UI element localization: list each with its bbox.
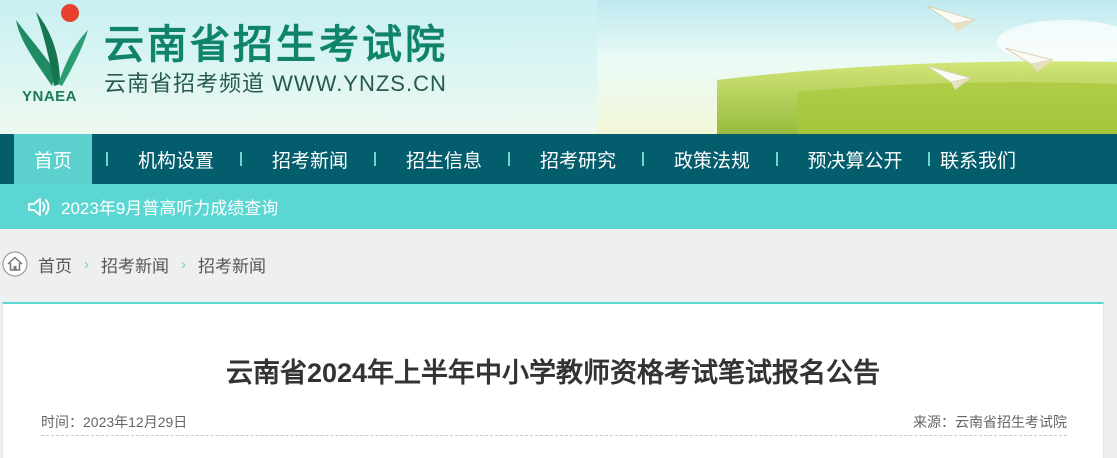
nav-item-budget[interactable]: 预决算公开 (796, 134, 914, 184)
breadcrumb-separator: › (181, 255, 186, 273)
breadcrumb-item-current[interactable]: 招考新闻 (198, 252, 266, 277)
publish-time: 时间：2023年12月29日 (41, 414, 188, 430)
breadcrumb: 首页 › 招考新闻 › 招考新闻 (0, 249, 266, 279)
breadcrumb-item-home[interactable]: 首页 (38, 252, 72, 277)
nav-item-admission-news[interactable]: 招考新闻 (260, 134, 360, 184)
ynaea-logo-icon (16, 4, 88, 86)
site-subtitle: 云南省招考频道 WWW.YNZS.CN (104, 71, 447, 96)
nav-separator (508, 152, 510, 166)
nav-item-contact[interactable]: 联系我们 (940, 134, 1020, 184)
notice-bar: 2023年9月普高听力成绩查询 (0, 184, 1117, 229)
site-header: YNAEA 云南省招生考试院 云南省招考频道 WWW.YNZS.CN (0, 0, 1117, 134)
nav-item-home[interactable]: 首页 (14, 134, 92, 184)
article-card: 云南省2024年上半年中小学教师资格考试笔试报名公告 时间：2023年12月29… (2, 302, 1104, 458)
article-meta: 时间：2023年12月29日 来源：云南省招生考试院 (41, 410, 1067, 436)
nav-separator (106, 152, 108, 166)
nav-item-policy[interactable]: 政策法规 (662, 134, 762, 184)
breadcrumb-separator: › (84, 255, 89, 273)
home-icon[interactable] (2, 251, 28, 277)
main-navigation: 首页 机构设置 招考新闻 招生信息 招考研究 政策法规 预决算公开 联系我们 (0, 134, 1117, 184)
nav-separator (240, 152, 242, 166)
banner-landscape-image (597, 0, 1117, 134)
nav-item-admission-info[interactable]: 招生信息 (394, 134, 494, 184)
notice-link[interactable]: 2023年9月普高听力成绩查询 (61, 194, 278, 219)
nav-item-organization[interactable]: 机构设置 (126, 134, 226, 184)
nav-separator (374, 152, 376, 166)
site-title: 云南省招生考试院 (104, 23, 448, 67)
nav-separator (928, 152, 930, 166)
speaker-icon (28, 197, 50, 216)
logo-abbreviation: YNAEA (22, 88, 78, 105)
article-source: 来源：云南省招生考试院 (913, 414, 1067, 430)
nav-separator (642, 152, 644, 166)
article-title: 云南省2024年上半年中小学教师资格考试笔试报名公告 (225, 358, 881, 388)
nav-item-exam-research[interactable]: 招考研究 (528, 134, 628, 184)
nav-separator (776, 152, 778, 166)
breadcrumb-item-news[interactable]: 招考新闻 (101, 252, 169, 277)
